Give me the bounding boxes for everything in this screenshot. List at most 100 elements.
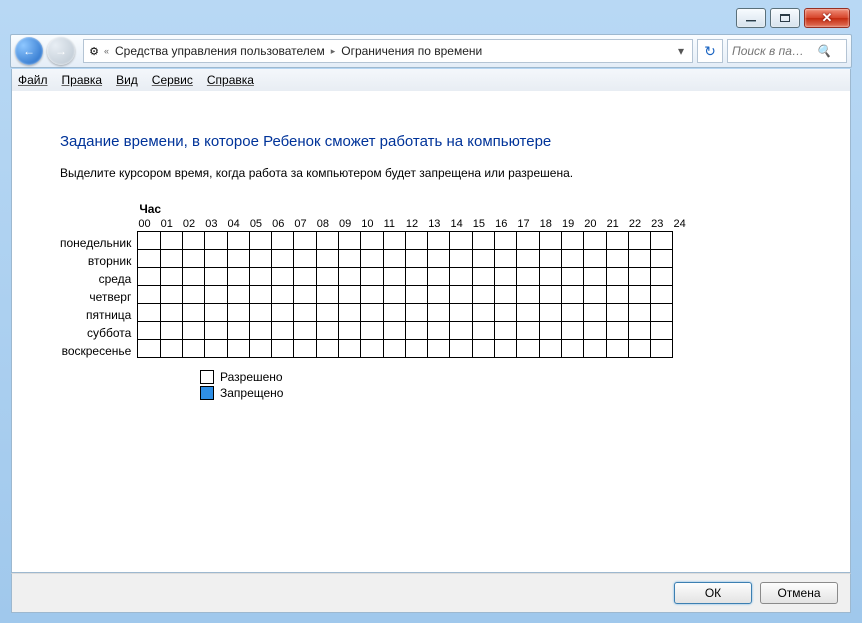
time-cell[interactable] <box>472 268 494 286</box>
time-cell[interactable] <box>316 340 338 358</box>
time-cell[interactable] <box>361 232 383 250</box>
time-cell[interactable] <box>182 250 204 268</box>
time-cell[interactable] <box>517 340 539 358</box>
time-cell[interactable] <box>561 232 583 250</box>
time-cell[interactable] <box>272 250 294 268</box>
time-cell[interactable] <box>495 304 517 322</box>
time-cell[interactable] <box>472 340 494 358</box>
time-cell[interactable] <box>628 286 650 304</box>
time-cell[interactable] <box>561 340 583 358</box>
forward-button[interactable]: → <box>47 37 75 65</box>
time-cell[interactable] <box>561 304 583 322</box>
time-cell[interactable] <box>249 232 271 250</box>
time-cell[interactable] <box>428 232 450 250</box>
time-cell[interactable] <box>205 250 227 268</box>
time-cell[interactable] <box>339 322 361 340</box>
time-cell[interactable] <box>472 304 494 322</box>
time-cell[interactable] <box>517 232 539 250</box>
time-cell[interactable] <box>539 340 561 358</box>
time-cell[interactable] <box>584 322 606 340</box>
time-cell[interactable] <box>428 268 450 286</box>
time-cell[interactable] <box>495 268 517 286</box>
time-cell[interactable] <box>517 268 539 286</box>
time-cell[interactable] <box>450 232 472 250</box>
time-cell[interactable] <box>294 304 316 322</box>
breadcrumb-item[interactable]: Средства управления пользователем <box>111 44 329 58</box>
time-cell[interactable] <box>361 268 383 286</box>
time-cell[interactable] <box>606 322 628 340</box>
time-cell[interactable] <box>606 232 628 250</box>
time-cell[interactable] <box>405 304 427 322</box>
time-cell[interactable] <box>138 286 160 304</box>
time-cell[interactable] <box>450 322 472 340</box>
time-cell[interactable] <box>628 340 650 358</box>
time-cell[interactable] <box>383 232 405 250</box>
time-cell[interactable] <box>294 232 316 250</box>
time-cell[interactable] <box>316 268 338 286</box>
time-cell[interactable] <box>361 322 383 340</box>
time-cell[interactable] <box>227 232 249 250</box>
time-cell[interactable] <box>561 250 583 268</box>
time-cell[interactable] <box>316 286 338 304</box>
time-cell[interactable] <box>272 268 294 286</box>
refresh-button[interactable]: ↻ <box>697 39 723 63</box>
time-cell[interactable] <box>584 340 606 358</box>
breadcrumb-item[interactable]: Ограничения по времени <box>337 44 486 58</box>
time-cell[interactable] <box>606 340 628 358</box>
time-cell[interactable] <box>450 268 472 286</box>
time-cell[interactable] <box>651 322 673 340</box>
time-cell[interactable] <box>227 322 249 340</box>
time-cell[interactable] <box>428 304 450 322</box>
time-cell[interactable] <box>138 268 160 286</box>
time-cell[interactable] <box>428 286 450 304</box>
time-cell[interactable] <box>584 232 606 250</box>
time-cell[interactable] <box>383 322 405 340</box>
menu-edit[interactable]: Правка <box>62 73 103 87</box>
time-cell[interactable] <box>227 340 249 358</box>
time-cell[interactable] <box>606 304 628 322</box>
time-cell[interactable] <box>138 250 160 268</box>
time-cell[interactable] <box>182 322 204 340</box>
time-cell[interactable] <box>606 250 628 268</box>
time-cell[interactable] <box>294 340 316 358</box>
time-cell[interactable] <box>160 322 182 340</box>
time-cell[interactable] <box>405 268 427 286</box>
time-cell[interactable] <box>138 322 160 340</box>
time-cell[interactable] <box>182 340 204 358</box>
time-cell[interactable] <box>428 340 450 358</box>
menu-help[interactable]: Справка <box>207 73 254 87</box>
time-cell[interactable] <box>160 340 182 358</box>
time-cell[interactable] <box>182 286 204 304</box>
time-cell[interactable] <box>160 304 182 322</box>
time-cell[interactable] <box>606 286 628 304</box>
time-cell[interactable] <box>539 304 561 322</box>
time-cell[interactable] <box>138 304 160 322</box>
time-cell[interactable] <box>383 340 405 358</box>
time-cell[interactable] <box>517 250 539 268</box>
time-cell[interactable] <box>495 286 517 304</box>
time-cell[interactable] <box>138 340 160 358</box>
time-cell[interactable] <box>517 304 539 322</box>
time-cell[interactable] <box>651 250 673 268</box>
time-cell[interactable] <box>205 322 227 340</box>
time-cell[interactable] <box>249 286 271 304</box>
time-cell[interactable] <box>606 268 628 286</box>
time-cell[interactable] <box>272 286 294 304</box>
time-cell[interactable] <box>272 304 294 322</box>
time-cell[interactable] <box>383 304 405 322</box>
time-cell[interactable] <box>472 286 494 304</box>
time-cell[interactable] <box>405 232 427 250</box>
time-cell[interactable] <box>316 232 338 250</box>
search-input[interactable] <box>732 44 812 58</box>
time-cell[interactable] <box>316 304 338 322</box>
time-cell[interactable] <box>495 232 517 250</box>
time-cell[interactable] <box>205 232 227 250</box>
time-cell[interactable] <box>182 268 204 286</box>
time-cell[interactable] <box>138 232 160 250</box>
time-cell[interactable] <box>339 286 361 304</box>
time-cell[interactable] <box>249 250 271 268</box>
time-cell[interactable] <box>160 286 182 304</box>
time-cell[interactable] <box>182 304 204 322</box>
time-cell[interactable] <box>227 286 249 304</box>
time-cell[interactable] <box>561 286 583 304</box>
